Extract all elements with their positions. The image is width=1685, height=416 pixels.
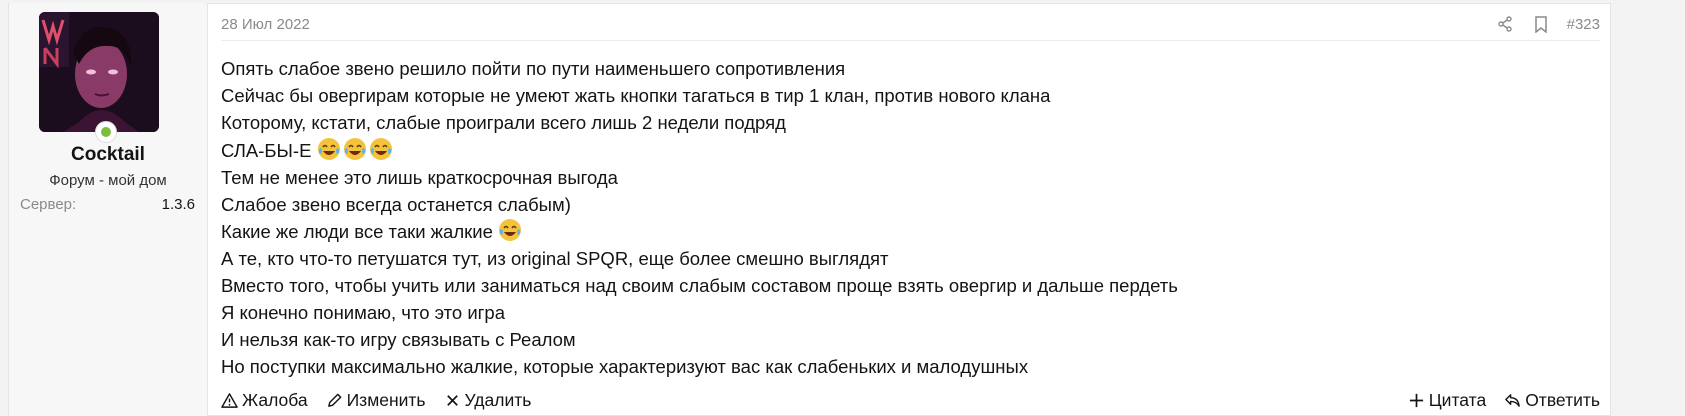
post-body: Опять слабое звено решило пойти по пути … — [221, 56, 1178, 381]
quote-button[interactable]: Цитата — [1408, 390, 1486, 411]
share-icon[interactable] — [1495, 14, 1515, 34]
post-actions-left: Жалоба Изменить Удалить — [221, 390, 531, 411]
post-line: Сейчас бы овергирам которые не умеют жат… — [221, 84, 1051, 106]
post-line: И нельзя как-то игру связывать с Реалом — [221, 329, 576, 351]
edit-button[interactable]: Изменить — [326, 390, 426, 411]
post-line: Но поступки максимально жалкие, которые … — [221, 355, 1029, 377]
post-line: Опять слабое звено решило пойти по пути … — [221, 58, 846, 79]
laughing-crying-emoji-icon — [343, 137, 366, 160]
post-line-with-emoji: Какие же люди все таки жалкие — [221, 218, 1178, 246]
server-value: 1.3.6 — [161, 196, 195, 213]
delete-label: Удалить — [464, 390, 532, 410]
warning-icon — [221, 393, 238, 408]
post-number[interactable]: #323 — [1567, 16, 1600, 33]
post-line: Которому, кстати, слабые проиграли всего… — [221, 111, 786, 133]
post-line: Я конечно понимаю, что это игра — [221, 302, 506, 324]
post-date[interactable]: 28 Июл 2022 — [221, 16, 310, 33]
laughing-crying-emoji-icon — [499, 219, 521, 242]
report-label: Жалоба — [242, 390, 308, 410]
server-label: Сервер: — [20, 196, 77, 213]
post-line: Тем не менее это лишь краткосрочная выго… — [221, 166, 618, 188]
pencil-icon — [327, 393, 341, 407]
post-footer: Жалоба Изменить Удалить Цитата Ответить — [221, 390, 1600, 411]
online-status-indicator — [95, 121, 117, 143]
bookmark-icon[interactable] — [1531, 14, 1551, 34]
post-line: Слабое звено всегда останется слабым) — [221, 193, 571, 215]
report-button[interactable]: Жалоба — [221, 390, 308, 411]
post-header-tools: #323 — [1495, 14, 1600, 34]
laughing-crying-emoji-icon — [317, 137, 340, 160]
quote-label: Цитата — [1428, 390, 1487, 410]
plus-icon — [1409, 393, 1423, 408]
avatar-image — [39, 12, 159, 132]
post-actions-right: Цитата Ответить — [1408, 390, 1600, 411]
post-line-text: СЛА-БЫ-Е — [221, 139, 312, 161]
header-divider — [221, 40, 1600, 41]
reply-icon — [1505, 394, 1521, 407]
post-line-with-emoji: СЛА-БЫ-Е — [221, 137, 1178, 165]
reply-button[interactable]: Ответить — [1504, 390, 1600, 411]
delete-button[interactable]: Удалить — [444, 390, 532, 411]
avatar[interactable] — [39, 12, 159, 132]
post-line-text: Какие же люди все таки жалкие — [221, 221, 493, 243]
laughing-crying-emoji-icon — [369, 137, 392, 160]
edit-label: Изменить — [346, 390, 426, 410]
close-icon — [446, 395, 458, 406]
post-line: Вместо того, чтобы учить или заниматься … — [221, 275, 1178, 297]
post-line: А те, кто что-то петушатся тут, из origi… — [221, 248, 889, 270]
user-title: Форум - мой дом — [49, 172, 167, 189]
username[interactable]: Cocktail — [9, 144, 207, 166]
reply-label: Ответить — [1525, 390, 1600, 410]
